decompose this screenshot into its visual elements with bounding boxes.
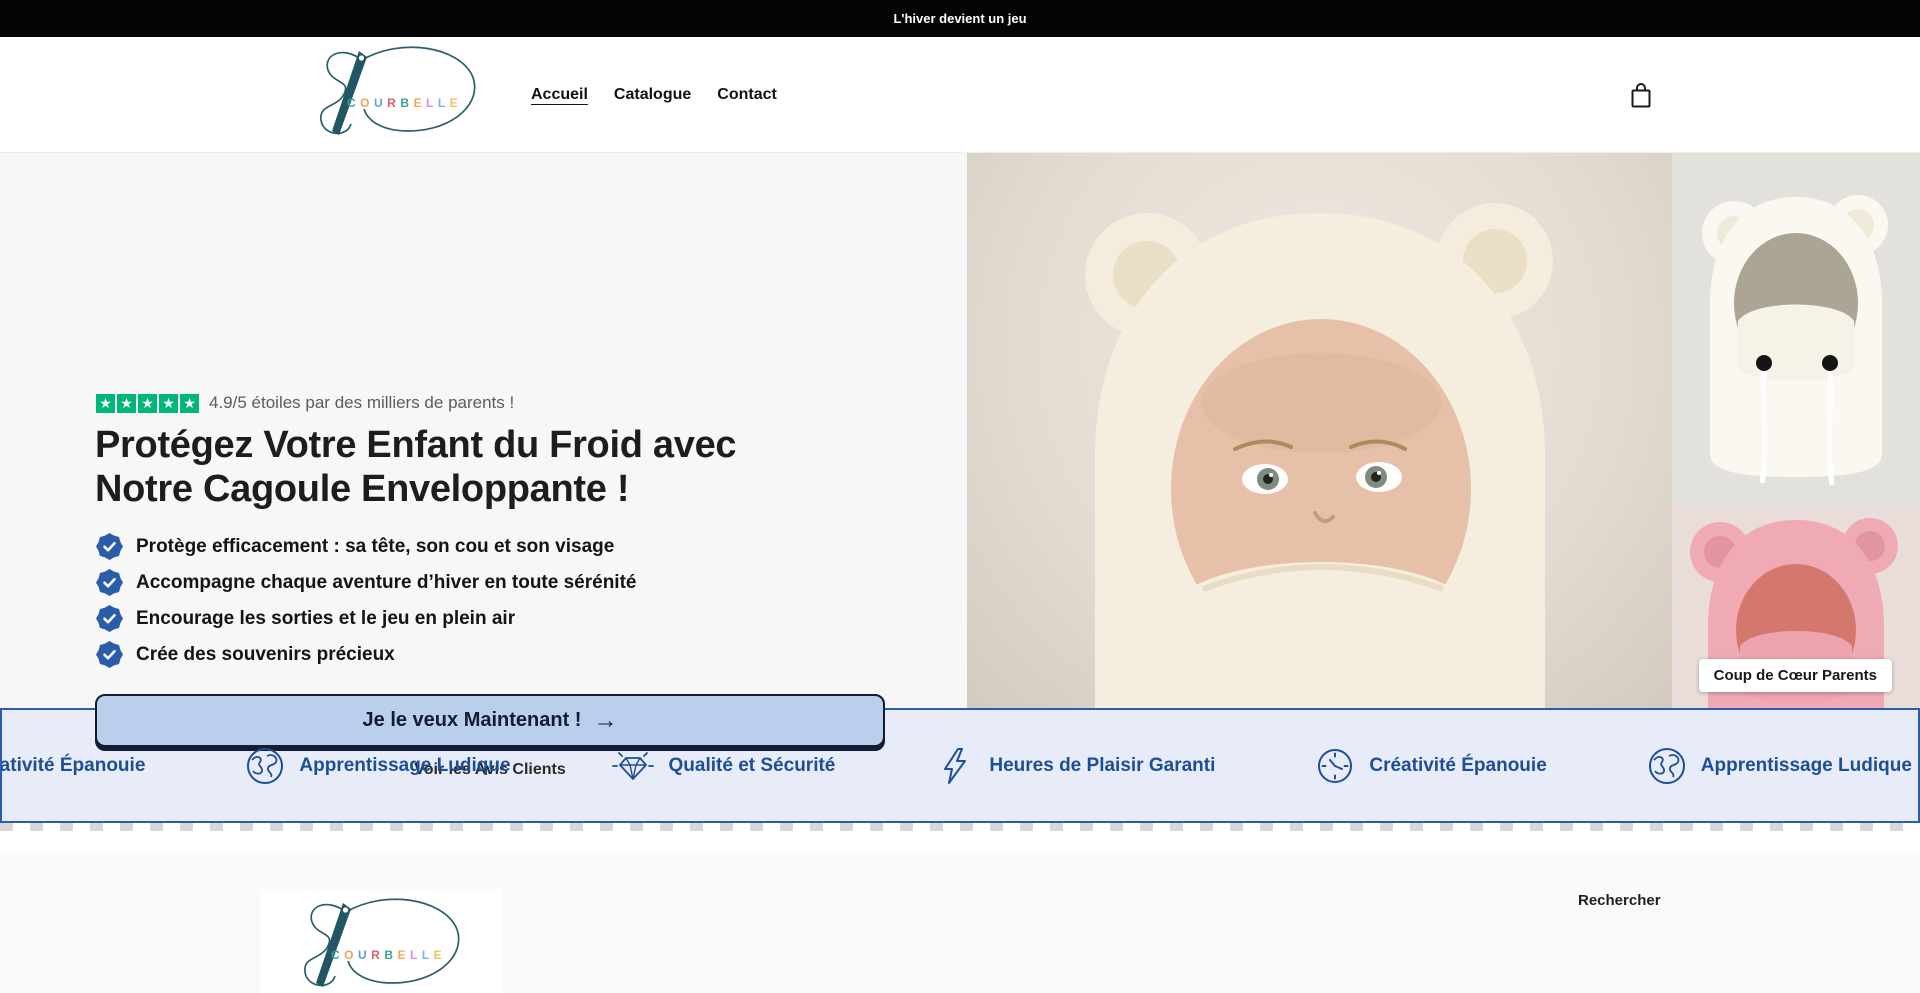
feature-label: Apprentissage Ludique	[1701, 755, 1912, 777]
features-strip: Créativité Épanouie Apprentissage Ludiqu…	[0, 708, 1920, 823]
footer-logo-card[interactable]: COURBELLE	[260, 889, 503, 993]
main-nav: Accueil Catalogue Contact	[531, 37, 777, 153]
rating-text: 4.9/5 étoiles par des milliers de parent…	[209, 393, 514, 413]
site-footer: COURBELLE Rechercher	[0, 855, 1920, 993]
nav-item-accueil[interactable]: Accueil	[531, 86, 588, 104]
features-marquee: Créativité Épanouie Apprentissage Ludiqu…	[0, 710, 1920, 821]
badge-check-icon	[96, 569, 123, 596]
benefit-text: Encourage les sorties et le jeu en plein…	[136, 608, 515, 630]
star-icon: ★	[180, 394, 199, 413]
brand-logo[interactable]: COURBELLE	[306, 45, 488, 149]
white-hood-illustration	[1672, 153, 1920, 506]
footer-brand-logo: COURBELLE	[290, 897, 472, 993]
hero-image: Coup de Cœur Parents	[967, 153, 1920, 708]
dashed-pattern	[0, 823, 1920, 831]
diamond-icon	[611, 746, 655, 786]
brand-name: COURBELLE	[347, 96, 462, 110]
cart-button[interactable]	[1626, 81, 1656, 111]
white-hood-photo	[1672, 153, 1920, 506]
feature-item: Créativité Épanouie	[0, 746, 145, 786]
needle-thread-icon	[290, 897, 472, 993]
badge-check-icon	[96, 641, 123, 668]
child-in-bear-hood-illustration	[967, 153, 1672, 708]
feature-label: Apprentissage Ludique	[299, 755, 510, 777]
hero-section: ★ ★ ★ ★ ★ 4.9/5 étoiles par des milliers…	[0, 153, 1920, 708]
feature-item: Créativité Épanouie	[1315, 746, 1546, 786]
feature-label: Heures de Plaisir Garanti	[989, 755, 1215, 777]
footer-brand-name: COURBELLE	[331, 948, 446, 962]
feature-item: Heures de Plaisir Garanti	[935, 746, 1215, 786]
badge-check-icon	[96, 605, 123, 632]
shopping-bag-icon	[1628, 81, 1654, 111]
benefit-item: Accompagne chaque aventure d’hiver en to…	[96, 569, 636, 596]
hero-content: ★ ★ ★ ★ ★ 4.9/5 étoiles par des milliers…	[0, 153, 967, 708]
trustpilot-stars: ★ ★ ★ ★ ★	[96, 394, 199, 413]
feature-item: Apprentissage Ludique	[245, 746, 510, 786]
section-divider	[0, 823, 1920, 855]
benefit-text: Crée des souvenirs précieux	[136, 644, 395, 666]
globe-icon	[1647, 746, 1687, 786]
benefit-item: Protège efficacement : sa tête, son cou …	[96, 533, 636, 560]
hero-title: Protégez Votre Enfant du Froid avec Notr…	[95, 423, 736, 511]
site-header: COURBELLE Accueil Catalogue Contact	[0, 37, 1920, 153]
benefit-item: Crée des souvenirs précieux	[96, 641, 636, 668]
benefit-text: Accompagne chaque aventure d’hiver en to…	[136, 572, 636, 594]
rating-row: ★ ★ ★ ★ ★ 4.9/5 étoiles par des milliers…	[96, 393, 514, 413]
star-icon: ★	[138, 394, 157, 413]
nav-item-catalogue[interactable]: Catalogue	[614, 86, 691, 104]
badge-check-icon	[96, 533, 123, 560]
footer-search-link[interactable]: Rechercher	[1578, 892, 1661, 909]
feature-label: Qualité et Sécurité	[669, 755, 836, 777]
star-icon: ★	[96, 394, 115, 413]
globe-icon	[245, 746, 285, 786]
parents-favorite-badge: Coup de Cœur Parents	[1699, 659, 1892, 692]
lightning-icon	[935, 746, 975, 786]
clock-icon	[1315, 746, 1355, 786]
feature-label: Créativité Épanouie	[1369, 755, 1546, 777]
product-photos	[1672, 153, 1920, 708]
hero-title-line2: Notre Cagoule Enveloppante !	[95, 467, 736, 511]
star-icon: ★	[117, 394, 136, 413]
feature-label: Créativité Épanouie	[0, 755, 145, 777]
benefit-item: Encourage les sorties et le jeu en plein…	[96, 605, 636, 632]
hero-title-line1: Protégez Votre Enfant du Froid avec	[95, 423, 736, 467]
benefits-list: Protège efficacement : sa tête, son cou …	[96, 533, 636, 677]
feature-item: Apprentissage Ludique	[1647, 746, 1912, 786]
nav-item-contact[interactable]: Contact	[717, 86, 777, 104]
star-icon: ★	[159, 394, 178, 413]
benefit-text: Protège efficacement : sa tête, son cou …	[136, 536, 614, 558]
child-photo	[967, 153, 1672, 708]
announcement-text: L'hiver devient un jeu	[893, 11, 1026, 26]
feature-item: Qualité et Sécurité	[611, 746, 836, 786]
announcement-bar: L'hiver devient un jeu	[0, 0, 1920, 37]
